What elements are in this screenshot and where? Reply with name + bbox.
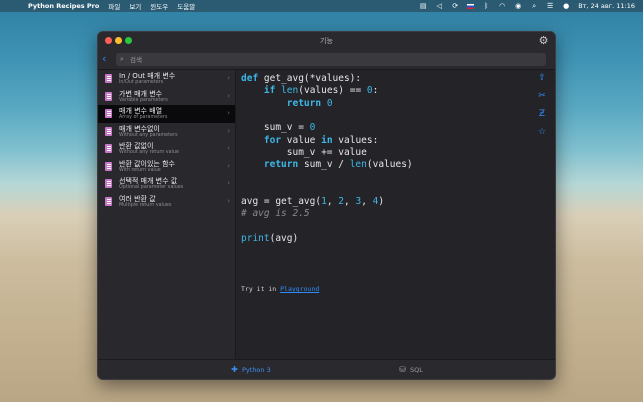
- sidebar-item-in-out-parameters[interactable]: In / Out 매개 변수 In/Out parameters ›: [98, 70, 235, 88]
- menubar-clock[interactable]: Вт, 24 авг. 11:16: [578, 2, 635, 10]
- notes-icon[interactable]: ▤: [419, 2, 427, 10]
- sidebar-item-array-of-parameters[interactable]: 매개 변수 배열 Array of parameters ›: [98, 105, 235, 123]
- sidebar: In / Out 매개 변수 In/Out parameters › 가변 매개…: [98, 70, 236, 359]
- siri-icon[interactable]: ●: [562, 2, 570, 10]
- menu-view[interactable]: 보기: [129, 1, 141, 11]
- search-field[interactable]: ⌕: [116, 53, 546, 66]
- menu-help[interactable]: 도움말: [177, 1, 195, 11]
- chevron-right-icon: ›: [227, 179, 230, 187]
- star-icon[interactable]: ☆: [537, 127, 547, 137]
- menu-bar: Python Recipes Pro 파일 보기 윈도우 도움말 ▤ ◁ ⟳ ᛒ…: [0, 0, 643, 12]
- code-line: avg = get_avg(1, 2, 3, 4): [241, 196, 385, 207]
- user-icon[interactable]: ◉: [514, 2, 522, 10]
- code-line: print(avg): [241, 232, 299, 244]
- tab-sql-label: SQL: [410, 365, 423, 374]
- app-window: 기능 ⚙ ‹ ⌕ In / Out 매개 변수 In/Out parameter…: [97, 31, 556, 380]
- python-logo-icon: ✚: [231, 365, 238, 374]
- scissors-icon[interactable]: ✂: [537, 91, 547, 101]
- code-line: if len(values) == 0:: [263, 85, 379, 97]
- sidebar-item-without-parameters[interactable]: 매개 변수없이 Without any parameters ›: [98, 123, 235, 141]
- sidebar-item-subtitle: Variable parameters: [119, 97, 168, 103]
- code-line: # avg is 2.5: [241, 208, 310, 220]
- database-icon: ⛁: [399, 365, 406, 374]
- file-icon: [105, 91, 112, 101]
- file-icon: [105, 161, 112, 171]
- sidebar-item-subtitle: Without any parameters: [119, 132, 178, 138]
- sidebar-item-with-return-value[interactable]: 반환 값이있는 함수 With return value ›: [98, 158, 235, 176]
- language-flag-icon[interactable]: [467, 3, 475, 9]
- wifi-icon[interactable]: ◠: [498, 2, 506, 10]
- code-line: def get_avg(*values):: [241, 73, 362, 84]
- chevron-right-icon: ›: [227, 109, 230, 117]
- menu-file[interactable]: 파일: [108, 1, 120, 11]
- file-icon: [105, 74, 112, 83]
- chevron-right-icon: ›: [227, 196, 230, 205]
- chevron-right-icon: ›: [227, 74, 230, 82]
- title-bar: 기능 ⚙: [98, 32, 555, 50]
- chevron-right-icon: ›: [227, 161, 230, 170]
- tab-sql[interactable]: ⛁ SQL: [398, 365, 423, 374]
- sidebar-item-variable-parameters[interactable]: 가변 매개 변수 Variable parameters ›: [98, 88, 235, 106]
- sidebar-item-subtitle: In/Out parameters: [119, 80, 164, 85]
- file-icon: [105, 179, 112, 188]
- chevron-right-icon: ›: [227, 144, 230, 152]
- share-icon[interactable]: ⇪: [537, 73, 547, 83]
- playground-link[interactable]: Playground: [280, 285, 319, 293]
- file-icon: [105, 144, 112, 153]
- code-line: return 0: [286, 97, 333, 109]
- search-input[interactable]: [130, 53, 530, 66]
- try-it-text: Try it in: [241, 285, 281, 293]
- bottom-tab-bar: ✚ Python 3 ⛁ SQL: [98, 359, 555, 379]
- tab-python[interactable]: ✚ Python 3: [230, 365, 271, 374]
- search-icon: ⌕: [120, 55, 124, 63]
- sidebar-item-subtitle: Optional parameter values: [119, 185, 184, 190]
- text-format-icon[interactable]: Ƶ: [537, 109, 547, 119]
- code-line: sum_v = 0: [241, 122, 316, 134]
- menu-app-name[interactable]: Python Recipes Pro: [28, 2, 99, 10]
- code-line: return sum_v / len(values): [263, 159, 413, 171]
- file-icon: [105, 109, 112, 118]
- sidebar-item-without-return-value[interactable]: 반환 값없이 Without any return value ›: [98, 140, 235, 158]
- code-toolbar: ⇪ ✂ Ƶ ☆: [533, 70, 553, 190]
- chevron-right-icon: ›: [227, 126, 230, 135]
- sidebar-item-optional-parameter-values[interactable]: 선택적 매개 변수 값 Optional parameter values ›: [98, 175, 235, 193]
- file-icon: [105, 126, 112, 136]
- control-center-icon[interactable]: ☰: [546, 2, 554, 10]
- chevron-right-icon: ›: [227, 91, 230, 100]
- spotlight-search-icon[interactable]: ⌕: [530, 2, 538, 10]
- try-it-line: Try it in Playground: [241, 285, 319, 293]
- window-title: 기능: [320, 37, 333, 45]
- sync-icon[interactable]: ⟳: [451, 2, 459, 10]
- bluetooth-icon[interactable]: ᛒ: [482, 2, 490, 10]
- menu-window[interactable]: 윈도우: [150, 1, 168, 11]
- sidebar-item-subtitle: Array of parameters: [119, 115, 168, 120]
- code-line: sum_v += value: [241, 146, 367, 158]
- sidebar-item-subtitle: With return value: [119, 167, 161, 173]
- tab-python-label: Python 3: [242, 365, 271, 374]
- search-row: ‹ ⌕: [98, 50, 555, 70]
- sidebar-item-subtitle: Without any return value: [119, 150, 179, 155]
- sidebar-item-multiple-return-values[interactable]: 여러 반환 값 Multiple return values ›: [98, 193, 235, 211]
- code-view[interactable]: def get_avg(*values): if len(values) == …: [241, 70, 531, 359]
- sidebar-item-subtitle: Multiple return values: [119, 202, 172, 208]
- volume-icon[interactable]: ◁: [435, 2, 443, 10]
- code-line: for value in values:: [263, 134, 379, 146]
- file-icon: [105, 196, 112, 206]
- settings-gear-icon[interactable]: ⚙: [538, 35, 549, 46]
- back-chevron-icon[interactable]: ‹: [102, 53, 112, 65]
